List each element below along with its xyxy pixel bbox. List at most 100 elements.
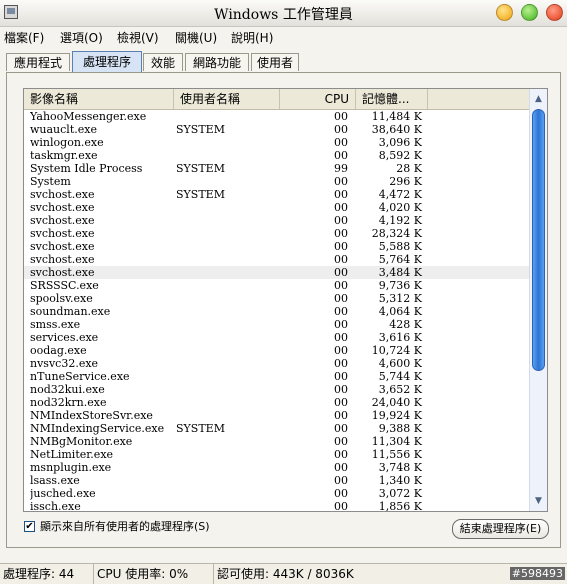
cell-cpu: 00	[334, 474, 348, 487]
status-commit-charge: 認可使用: 443K / 8036K	[217, 567, 354, 581]
table-row[interactable]: System 00 296 K	[24, 175, 530, 188]
list-header: 影像名稱 使用者名稱 CPU 記憶體...	[24, 89, 530, 110]
end-process-button[interactable]: 結束處理程序(E)	[452, 519, 549, 539]
cell-cpu: 00	[334, 487, 348, 500]
table-row[interactable]: NMIndexStoreSvr.exe 00 19,924 K	[24, 409, 530, 422]
cell-image-name: NetLimiter.exe	[30, 448, 114, 461]
cell-cpu: 00	[334, 201, 348, 214]
table-row[interactable]: taskmgr.exe 00 8,592 K	[24, 149, 530, 162]
tab-networking[interactable]: 網路功能	[185, 53, 249, 71]
cell-memory: 3,484 K	[378, 266, 422, 279]
column-image-name[interactable]: 影像名稱	[24, 89, 174, 109]
cell-cpu: 99	[334, 162, 348, 175]
table-row[interactable]: svchost.exe 00 4,020 K	[24, 201, 530, 214]
menu-options[interactable]: 選項(O)	[60, 29, 103, 46]
column-memory[interactable]: 記憶體...	[356, 89, 428, 109]
cell-image-name: svchost.exe	[30, 253, 95, 266]
cell-image-name: spoolsv.exe	[30, 292, 93, 305]
show-all-checkbox[interactable]: ✔	[24, 521, 35, 532]
cell-image-name: System	[30, 175, 71, 188]
cell-user-name: SYSTEM	[176, 162, 225, 175]
table-row[interactable]: NMIndexingService.exe SYSTEM 00 9,388 K	[24, 422, 530, 435]
close-button[interactable]	[546, 4, 563, 21]
cell-cpu: 00	[334, 409, 348, 422]
table-row[interactable]: NetLimiter.exe 00 11,556 K	[24, 448, 530, 461]
cell-memory: 4,064 K	[378, 305, 422, 318]
cell-cpu: 00	[334, 344, 348, 357]
cell-memory: 296 K	[389, 175, 422, 188]
tab-users[interactable]: 使用者	[251, 53, 299, 71]
cell-memory: 4,472 K	[378, 188, 422, 201]
table-row[interactable]: svchost.exe 00 5,764 K	[24, 253, 530, 266]
cell-cpu: 00	[334, 253, 348, 266]
process-list[interactable]: 影像名稱 使用者名稱 CPU 記憶體... YahooMessenger.exe…	[23, 88, 548, 512]
table-row[interactable]: jusched.exe 00 3,072 K	[24, 487, 530, 500]
cell-image-name: svchost.exe	[30, 201, 95, 214]
table-row[interactable]: nTuneService.exe 00 5,744 K	[24, 370, 530, 383]
table-row[interactable]: services.exe 00 3,616 K	[24, 331, 530, 344]
maximize-button[interactable]	[521, 4, 538, 21]
cell-memory: 4,600 K	[378, 357, 422, 370]
tab-processes[interactable]: 處理程序	[72, 51, 142, 72]
cell-cpu: 00	[334, 370, 348, 383]
table-row[interactable]: SRSSSC.exe 00 9,736 K	[24, 279, 530, 292]
cell-image-name: YahooMessenger.exe	[30, 110, 147, 123]
cell-memory: 1,340 K	[378, 474, 422, 487]
status-process-count: 處理程序: 44	[0, 564, 94, 584]
table-row[interactable]: spoolsv.exe 00 5,312 K	[24, 292, 530, 305]
cell-memory: 10,724 K	[371, 344, 422, 357]
cell-cpu: 00	[334, 383, 348, 396]
title-bar[interactable]: Windows 工作管理員	[0, 0, 567, 27]
cell-cpu: 00	[334, 318, 348, 331]
cell-cpu: 00	[334, 110, 348, 123]
table-row[interactable]: nod32krn.exe 00 24,040 K	[24, 396, 530, 409]
menu-help[interactable]: 說明(H)	[231, 29, 273, 46]
table-row[interactable]: soundman.exe 00 4,064 K	[24, 305, 530, 318]
cell-image-name: NMIndexStoreSvr.exe	[30, 409, 153, 422]
table-row[interactable]: msnplugin.exe 00 3,748 K	[24, 461, 530, 474]
minimize-button[interactable]	[496, 4, 513, 21]
table-row[interactable]: svchost.exe 00 5,588 K	[24, 240, 530, 253]
table-row[interactable]: wuauclt.exe SYSTEM 00 38,640 K	[24, 123, 530, 136]
watermark: #598493	[509, 567, 565, 580]
column-user-name[interactable]: 使用者名稱	[174, 89, 280, 109]
cell-memory: 4,020 K	[378, 201, 422, 214]
menu-view[interactable]: 檢視(V)	[117, 29, 159, 46]
cell-image-name: NMBgMonitor.exe	[30, 435, 133, 448]
cell-memory: 5,312 K	[378, 292, 422, 305]
menu-shutdown[interactable]: 關機(U)	[175, 29, 217, 46]
column-cpu[interactable]: CPU	[280, 89, 356, 109]
tab-applications[interactable]: 應用程式	[6, 53, 70, 71]
table-row[interactable]: winlogon.exe 00 3,096 K	[24, 136, 530, 149]
table-row[interactable]: lsass.exe 00 1,340 K	[24, 474, 530, 487]
status-bar: 處理程序: 44 CPU 使用率: 0% 認可使用: 443K / 8036K	[0, 563, 567, 584]
table-row[interactable]: svchost.exe 00 4,192 K	[24, 214, 530, 227]
table-row[interactable]: svchost.exe 00 28,324 K	[24, 227, 530, 240]
table-row[interactable]: NMBgMonitor.exe 00 11,304 K	[24, 435, 530, 448]
cell-image-name: winlogon.exe	[30, 136, 104, 149]
cell-image-name: nod32kui.exe	[30, 383, 105, 396]
table-row[interactable]: nod32kui.exe 00 3,652 K	[24, 383, 530, 396]
cell-memory: 24,040 K	[371, 396, 422, 409]
menu-file[interactable]: 檔案(F)	[4, 29, 44, 46]
table-row[interactable]: nvsvc32.exe 00 4,600 K	[24, 357, 530, 370]
window-title: Windows 工作管理員	[214, 7, 353, 23]
table-row[interactable]: System Idle Process SYSTEM 99 28 K	[24, 162, 530, 175]
tab-performance[interactable]: 效能	[143, 53, 183, 71]
table-row[interactable]: oodag.exe 00 10,724 K	[24, 344, 530, 357]
table-row[interactable]: issch.exe 00 1,856 K	[24, 500, 530, 511]
scroll-down-arrow-icon[interactable]: ▼	[531, 493, 546, 509]
cell-image-name: nod32krn.exe	[30, 396, 107, 409]
scroll-up-arrow-icon[interactable]: ▲	[531, 91, 546, 107]
cell-cpu: 00	[334, 435, 348, 448]
vertical-scrollbar[interactable]: ▲ ▼	[529, 89, 547, 511]
table-row[interactable]: YahooMessenger.exe 00 11,484 K	[24, 110, 530, 123]
cell-image-name: svchost.exe	[30, 227, 95, 240]
cell-image-name: svchost.exe	[30, 240, 95, 253]
scroll-thumb[interactable]	[532, 109, 545, 371]
table-row[interactable]: svchost.exe 00 3,484 K	[24, 266, 530, 279]
cell-memory: 11,484 K	[371, 110, 422, 123]
table-row[interactable]: svchost.exe SYSTEM 00 4,472 K	[24, 188, 530, 201]
table-row[interactable]: smss.exe 00 428 K	[24, 318, 530, 331]
cell-memory: 3,652 K	[378, 383, 422, 396]
